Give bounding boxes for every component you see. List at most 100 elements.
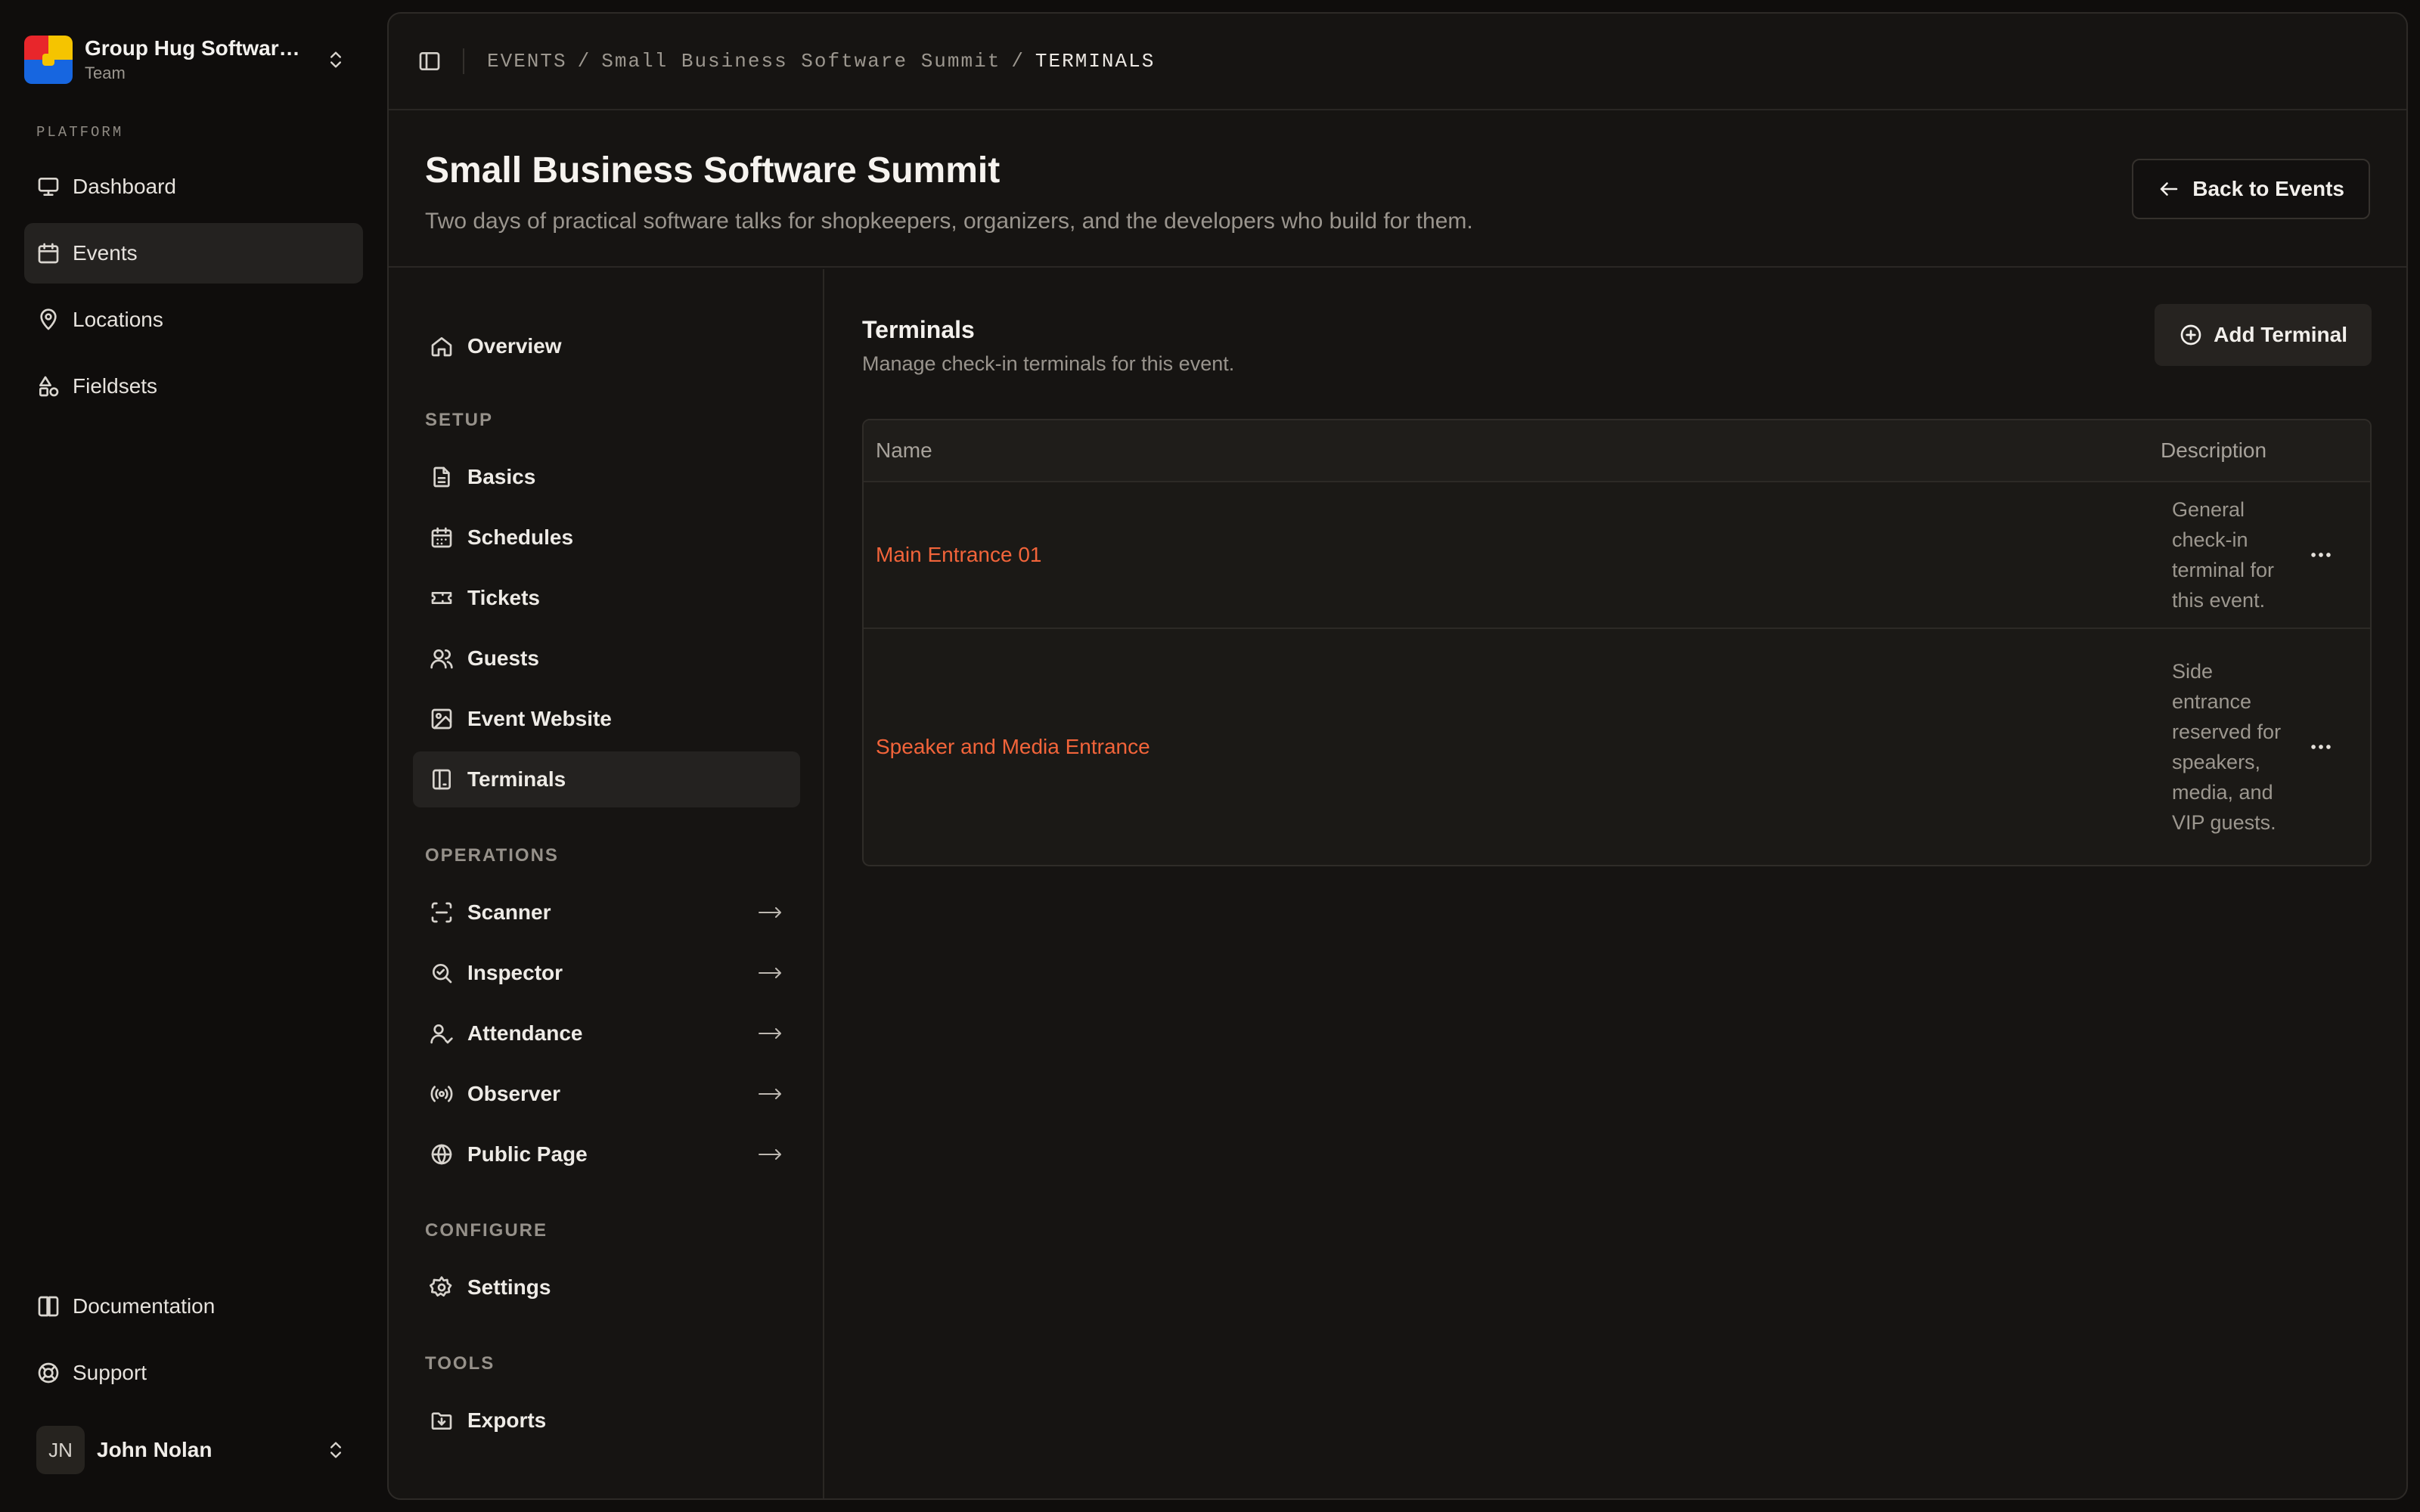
subnav-label: Exports (467, 1408, 547, 1432)
subnav-terminals[interactable]: Terminals (413, 751, 800, 807)
shapes-icon (39, 376, 59, 397)
subnav-label: Overview (467, 334, 562, 358)
team-plan: Team (85, 64, 126, 82)
more-horizontal-icon[interactable] (2308, 734, 2334, 760)
book-icon (38, 1296, 59, 1317)
back-button-label: Back to Events (2192, 177, 2344, 200)
map-pin-icon (40, 308, 57, 330)
subnav-settings[interactable]: Settings (413, 1259, 800, 1315)
sidebar-item-events[interactable]: Events (24, 223, 363, 284)
subnav-exports[interactable]: Exports (413, 1393, 800, 1448)
breadcrumb-current: TERMINALS (1035, 50, 1156, 73)
add-terminal-button[interactable]: Add Terminal (2155, 304, 2372, 366)
subnav-schedules[interactable]: Schedules (413, 510, 800, 565)
sidebar-item-label: Documentation (73, 1294, 216, 1318)
breadcrumb-separator: / (577, 50, 591, 73)
folder-download-icon (431, 1412, 452, 1430)
sidebar-item-dashboard[interactable]: Dashboard (24, 156, 363, 217)
terminals-table: Name Description Main Entrance 01 Genera… (862, 419, 2372, 866)
tools-section-label: TOOLS (425, 1353, 495, 1374)
page-title: Small Business Software Summit (425, 150, 1001, 191)
breadcrumb-event[interactable]: Small Business Software Summit (601, 50, 1001, 73)
back-to-events-button[interactable]: Back to Events (2132, 159, 2370, 219)
subnav-label: Terminals (467, 767, 566, 791)
plus-circle-icon (2180, 324, 2201, 345)
terminal-name-link[interactable]: Speaker and Media Entrance (876, 735, 1150, 759)
user-menu[interactable]: JN John Nolan (24, 1420, 357, 1480)
column-header-name[interactable]: Name (876, 438, 2173, 463)
section-description: Manage check-in terminals for this event… (862, 352, 1235, 375)
sidebar-item-documentation[interactable]: Documentation (24, 1276, 363, 1337)
sidebar-toggle-icon[interactable] (417, 49, 442, 73)
sidebar-item-locations[interactable]: Locations (24, 290, 363, 350)
column-header-description[interactable]: Description (2161, 438, 2266, 463)
user-check-icon (430, 1024, 453, 1044)
tablet-icon (433, 769, 451, 790)
users-icon (430, 649, 453, 669)
subnav-observer[interactable]: Observer (413, 1066, 800, 1122)
page-subtitle: Two days of practical software talks for… (425, 209, 1473, 234)
table-row: Main Entrance 01 General check-in termin… (864, 482, 2370, 629)
home-icon (431, 337, 452, 357)
terminal-name-link[interactable]: Main Entrance 01 (876, 543, 1041, 567)
file-text-icon (433, 466, 450, 488)
app-sidebar: Group Hug Software... Team PLATFORM Dash… (0, 0, 387, 1512)
radio-icon (430, 1086, 453, 1102)
topbar-divider (463, 48, 464, 74)
sidebar-item-label: Events (73, 241, 138, 265)
search-check-icon (433, 964, 452, 984)
page-header: Small Business Software Summit Two days … (389, 112, 2406, 268)
subnav-label: Basics (467, 465, 536, 488)
subnav-scanner[interactable]: Scanner (413, 885, 800, 940)
breadcrumb-events[interactable]: EVENTS (487, 50, 567, 73)
arrow-right-icon (759, 1089, 781, 1099)
terminals-section: Terminals Manage check-in terminals for … (826, 269, 2406, 1498)
subnav-attendance[interactable]: Attendance (413, 1005, 800, 1061)
subnav-guests[interactable]: Guests (413, 631, 800, 686)
monitor-icon (38, 178, 59, 196)
team-switcher[interactable]: Group Hug Software... Team (24, 26, 357, 94)
sidebar-item-support[interactable]: Support (24, 1343, 363, 1403)
subnav-overview[interactable]: Overview (413, 318, 800, 374)
subnav-label: Observer (467, 1082, 560, 1105)
gear-icon (430, 1276, 452, 1297)
platform-group-label: PLATFORM (36, 124, 124, 141)
subnav-label: Scanner (467, 900, 551, 924)
sidebar-item-label: Locations (73, 308, 163, 331)
arrow-right-icon (759, 1028, 781, 1039)
scan-icon (431, 902, 452, 923)
subnav-tickets[interactable]: Tickets (413, 570, 800, 626)
subnav-public-page[interactable]: Public Page (413, 1126, 800, 1182)
user-name: John Nolan (97, 1438, 213, 1461)
table-row: Speaker and Media Entrance Side entrance… (864, 629, 2370, 865)
main-panel: EVENTS / Small Business Software Summit … (387, 12, 2408, 1500)
subnav-inspector[interactable]: Inspector (413, 945, 800, 1001)
chevrons-up-down-icon (330, 51, 341, 68)
breadcrumb-separator: / (1011, 50, 1025, 73)
image-icon (431, 708, 452, 730)
setup-section-label: SETUP (425, 410, 494, 430)
more-horizontal-icon[interactable] (2308, 542, 2334, 568)
arrow-right-icon (759, 968, 781, 978)
table-header: Name Description (864, 420, 2370, 482)
topbar: EVENTS / Small Business Software Summit … (389, 14, 2406, 110)
subnav-event-website[interactable]: Event Website (413, 691, 800, 747)
subnav-label: Attendance (467, 1021, 583, 1045)
chevrons-up-down-icon (330, 1442, 341, 1458)
sidebar-item-label: Fieldsets (73, 374, 158, 398)
subnav-label: Tickets (467, 586, 540, 609)
subnav-label: Schedules (467, 525, 574, 549)
subnav-label: Public Page (467, 1142, 588, 1166)
calendar-grid-icon (431, 527, 452, 548)
globe-icon (431, 1144, 452, 1165)
terminal-description: Side entrance reserved for speakers, med… (2172, 660, 2282, 834)
subnav-label: Settings (467, 1275, 551, 1299)
subnav-basics[interactable]: Basics (413, 449, 800, 505)
sidebar-item-fieldsets[interactable]: Fieldsets (24, 356, 363, 417)
subnav-label: Event Website (467, 707, 612, 730)
calendar-icon (38, 243, 59, 264)
section-title: Terminals (862, 316, 975, 343)
operations-section-label: OPERATIONS (425, 845, 559, 866)
sidebar-item-label: Support (73, 1361, 147, 1384)
team-logo (24, 36, 73, 84)
